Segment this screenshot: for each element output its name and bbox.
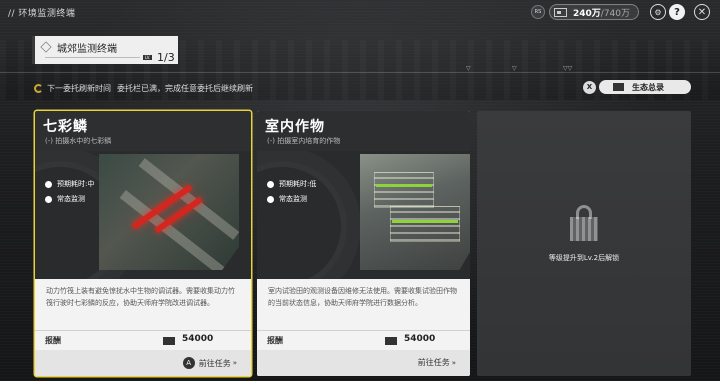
go-to-task-button[interactable]: 前往任务 »	[418, 357, 456, 368]
eco-record-pill[interactable]: 生态总录	[599, 80, 691, 94]
clock-icon	[45, 180, 52, 188]
reward-row: 报酬 54000	[257, 330, 470, 350]
triangle-marker-icon: ▽▽	[563, 65, 573, 72]
go-label: 前往任务	[417, 358, 450, 367]
reward-label: 报酬	[45, 336, 61, 345]
rs-badge-icon: RS	[531, 5, 545, 19]
card-visual: 预期耗时:低 常态监测	[257, 151, 470, 279]
terminal-progress-line	[45, 57, 140, 58]
lock-icon	[567, 205, 601, 243]
terminal-tab[interactable]: 城郊监测终端 LV. 1/3	[32, 36, 178, 64]
eco-record-button[interactable]: X 生态总录	[583, 79, 691, 95]
type-info: 常态监测	[267, 194, 307, 204]
type-label: 常态监测	[279, 195, 307, 203]
refresh-timer-icon	[34, 84, 43, 93]
unlock-message: 等级提升到Lv.2后解锁	[548, 254, 620, 262]
card-subtitle: (-) 拍摄室内培育的作物	[267, 137, 341, 145]
commission-count: 1/3	[157, 51, 175, 64]
close-icon[interactable]: ✕	[694, 4, 710, 20]
currency-icon	[385, 337, 397, 345]
go-to-task-button[interactable]: A 前往任务 »	[182, 357, 237, 369]
breadcrumb: // 环境监测终端	[8, 9, 76, 19]
chevron-right-icon: »	[451, 358, 456, 367]
full-message: 委托栏已满，完成任意委托后继续刷新	[117, 84, 253, 93]
top-bar: // 环境监测终端 RS 240万 /740万 ⚙ ? ✕	[0, 0, 720, 24]
reward-value: 54000	[182, 334, 214, 344]
funds-display: 240万 /740万	[549, 4, 639, 20]
pie-icon	[45, 195, 52, 203]
refresh-notice: 下一委托刷新时间 委托栏已满，完成任意委托后继续刷新	[34, 83, 253, 94]
card-header: 室内作物 (-) 拍摄室内培育的作物	[257, 111, 470, 151]
funds-max: /740万	[600, 8, 631, 19]
type-info: 常态监测	[45, 194, 85, 204]
commission-card-2[interactable]: 室内作物 (-) 拍摄室内培育的作物 预期耗时:低 常态监测 室内试验田的观测设…	[257, 111, 470, 376]
time-label: 预期耗时:中	[57, 180, 95, 188]
triangle-marker-icon: ▽	[512, 65, 517, 72]
x-key-icon: X	[583, 80, 596, 94]
card-visual: 预期耗时:中 常态监测	[35, 151, 251, 279]
book-icon	[613, 83, 624, 91]
card-title: 室内作物	[265, 119, 325, 135]
go-row: 前往任务 »	[257, 350, 470, 376]
type-label: 常态监测	[57, 195, 85, 203]
clock-icon	[267, 180, 274, 188]
card-subtitle: (-) 拍摄水中的七彩鳞	[45, 137, 112, 145]
eco-record-label: 生态总录	[632, 82, 664, 92]
fish-photo	[99, 154, 239, 270]
cube-icon	[40, 41, 52, 53]
currency-icon	[554, 7, 567, 17]
crop-row	[376, 184, 432, 187]
funds-amount: 240万	[573, 8, 601, 19]
plant-rack	[374, 172, 434, 208]
reward-row: 报酬 54000	[35, 330, 251, 350]
greenhouse-photo	[360, 154, 470, 270]
level-tag: LV.	[143, 55, 153, 60]
go-label: 前往任务	[198, 358, 231, 368]
terminal-name: 城郊监测终端	[57, 44, 117, 55]
bamboo-pole	[119, 190, 229, 270]
a-key-icon: A	[182, 357, 195, 369]
time-label: 预期耗时:低	[279, 180, 317, 188]
divider	[0, 72, 720, 73]
triangle-marker-icon: ▽	[466, 65, 471, 72]
card-description: 动力竹筏上装有避免惊扰水中生物的调试器。需要收集动力竹筏行驶时七彩鳞的反应，协助…	[46, 287, 235, 307]
plant-rack	[390, 206, 460, 242]
card-header: 七彩鳞 (-) 拍摄水中的七彩鳞	[35, 111, 251, 151]
settings-icon[interactable]: ⚙	[650, 4, 666, 20]
chevron-right-icon: »	[232, 359, 237, 367]
refresh-label: 下一委托刷新时间	[47, 84, 111, 93]
locked-card	[477, 111, 691, 376]
reward-value: 54000	[404, 334, 436, 344]
time-info: 预期耗时:中	[45, 179, 94, 189]
go-row: A 前往任务 »	[35, 350, 251, 376]
currency-icon	[163, 337, 175, 345]
help-icon[interactable]: ?	[669, 4, 685, 20]
reward-label: 报酬	[267, 336, 283, 345]
crop-row	[392, 220, 458, 223]
commission-card-1[interactable]: 七彩鳞 (-) 拍摄水中的七彩鳞 预期耗时:中 常态监测 动力竹筏上装有避免惊扰…	[35, 111, 251, 376]
pie-icon	[267, 195, 274, 203]
card-description: 室内试验田的观测设备因维修无法使用。需要收集试验田作物的当前状态信息，协助天师府…	[268, 287, 457, 307]
card-title: 七彩鳞	[43, 119, 88, 135]
time-info: 预期耗时:低	[267, 179, 316, 189]
